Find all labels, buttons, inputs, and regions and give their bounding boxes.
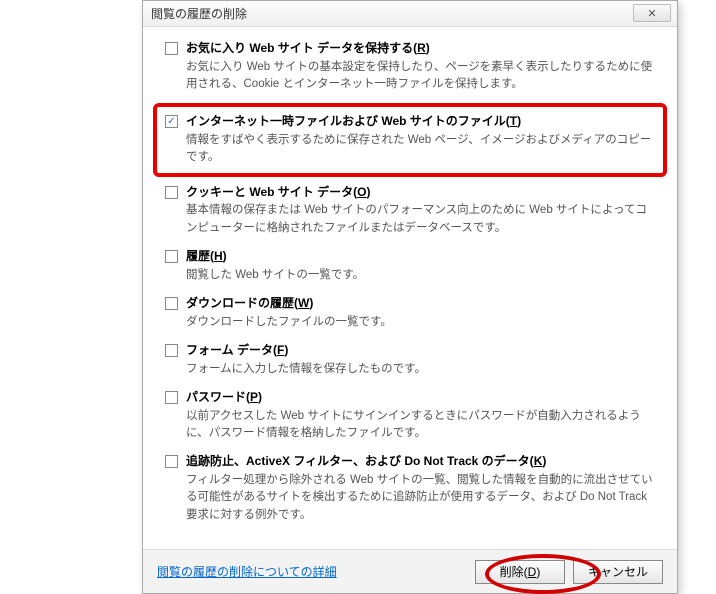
option-row: 追跡防止、ActiveX フィルター、および Do Not Track のデータ… [157, 450, 663, 532]
checkbox[interactable] [165, 42, 178, 55]
option-label[interactable]: クッキーと Web サイト データ(O) [186, 184, 663, 201]
option-description: ダウンロードしたファイルの一覧です。 [186, 314, 663, 331]
option-description: 基本情報の保存または Web サイトのパフォーマンス向上のために Web サイト… [186, 202, 663, 237]
dialog-title: 閲覧の履歴の削除 [151, 5, 247, 22]
option-label[interactable]: インターネット一時ファイルおよび Web サイトのファイル(T) [186, 113, 663, 130]
option-description: 情報をすばやく表示するために保存された Web ページ、イメージおよびメディアの… [186, 132, 663, 167]
option-description: 以前アクセスした Web サイトにサインインするときにパスワードが自動入力される… [186, 408, 663, 443]
option-label[interactable]: 履歴(H) [186, 248, 663, 265]
dialog-footer: 閲覧の履歴の削除についての詳細 削除(D) キャンセル [143, 549, 677, 593]
option-row: パスワード(P) 以前アクセスした Web サイトにサインインするときにパスワード… [157, 386, 663, 450]
option-row: ✓ インターネット一時ファイルおよび Web サイトのファイル(T) 情報をすばやく… [153, 103, 667, 176]
option-label[interactable]: フォーム データ(F) [186, 342, 663, 359]
checkbox[interactable] [165, 391, 178, 404]
checkbox[interactable] [165, 455, 178, 468]
option-text: パスワード(P) 以前アクセスした Web サイトにサインインするときにパスワード… [186, 389, 663, 442]
option-description: お気に入り Web サイトの基本設定を保持したり、ページを素早く表示したりするた… [186, 59, 663, 94]
option-label[interactable]: お気に入り Web サイト データを保持する(R) [186, 40, 663, 57]
option-row: ダウンロードの履歴(W) ダウンロードしたファイルの一覧です。 [157, 292, 663, 339]
checkbox[interactable] [165, 250, 178, 263]
option-row: 履歴(H) 閲覧した Web サイトの一覧です。 [157, 245, 663, 292]
option-description: 閲覧した Web サイトの一覧です。 [186, 267, 663, 284]
close-icon: ✕ [647, 7, 656, 20]
option-description: フォームに入力した情報を保存したものです。 [186, 361, 663, 378]
about-delete-history-link[interactable]: 閲覧の履歴の削除についての詳細 [157, 563, 337, 580]
option-row: お気に入り Web サイト データを保持する(R) お気に入り Web サイトの基… [157, 37, 663, 101]
option-row: クッキーと Web サイト データ(O)基本情報の保存または Web サイトのパ… [157, 181, 663, 245]
option-description: フィルター処理から除外される Web サイトの一覧、閲覧した情報を自動的に流出さ… [186, 472, 663, 524]
option-row: フォーム データ(F) フォームに入力した情報を保存したものです。 [157, 339, 663, 386]
option-text: インターネット一時ファイルおよび Web サイトのファイル(T) 情報をすばやく表… [186, 113, 663, 166]
option-text: ダウンロードの履歴(W) ダウンロードしたファイルの一覧です。 [186, 295, 663, 331]
titlebar[interactable]: 閲覧の履歴の削除 ✕ [143, 1, 677, 27]
dialog-content: お気に入り Web サイト データを保持する(R) お気に入り Web サイトの基… [143, 27, 677, 547]
close-button[interactable]: ✕ [633, 4, 671, 22]
delete-button[interactable]: 削除(D) [475, 560, 565, 584]
delete-button-label: 削除(D) [500, 563, 541, 580]
option-text: クッキーと Web サイト データ(O)基本情報の保存または Web サイトのパ… [186, 184, 663, 237]
option-label[interactable]: 追跡防止、ActiveX フィルター、および Do Not Track のデータ… [186, 453, 663, 470]
option-text: フォーム データ(F) フォームに入力した情報を保存したものです。 [186, 342, 663, 378]
option-text: 履歴(H) 閲覧した Web サイトの一覧です。 [186, 248, 663, 284]
checkbox[interactable]: ✓ [165, 115, 178, 128]
checkbox[interactable] [165, 297, 178, 310]
option-text: 追跡防止、ActiveX フィルター、および Do Not Track のデータ… [186, 453, 663, 524]
delete-browsing-history-dialog: 閲覧の履歴の削除 ✕ お気に入り Web サイト データを保持する(R)お気に入… [142, 0, 678, 594]
checkbox[interactable] [165, 344, 178, 357]
option-label[interactable]: パスワード(P) [186, 389, 663, 406]
cancel-button[interactable]: キャンセル [573, 560, 663, 584]
checkbox[interactable] [165, 186, 178, 199]
cancel-button-label: キャンセル [588, 563, 648, 580]
option-text: お気に入り Web サイト データを保持する(R) お気に入り Web サイトの基… [186, 40, 663, 93]
option-label[interactable]: ダウンロードの履歴(W) [186, 295, 663, 312]
